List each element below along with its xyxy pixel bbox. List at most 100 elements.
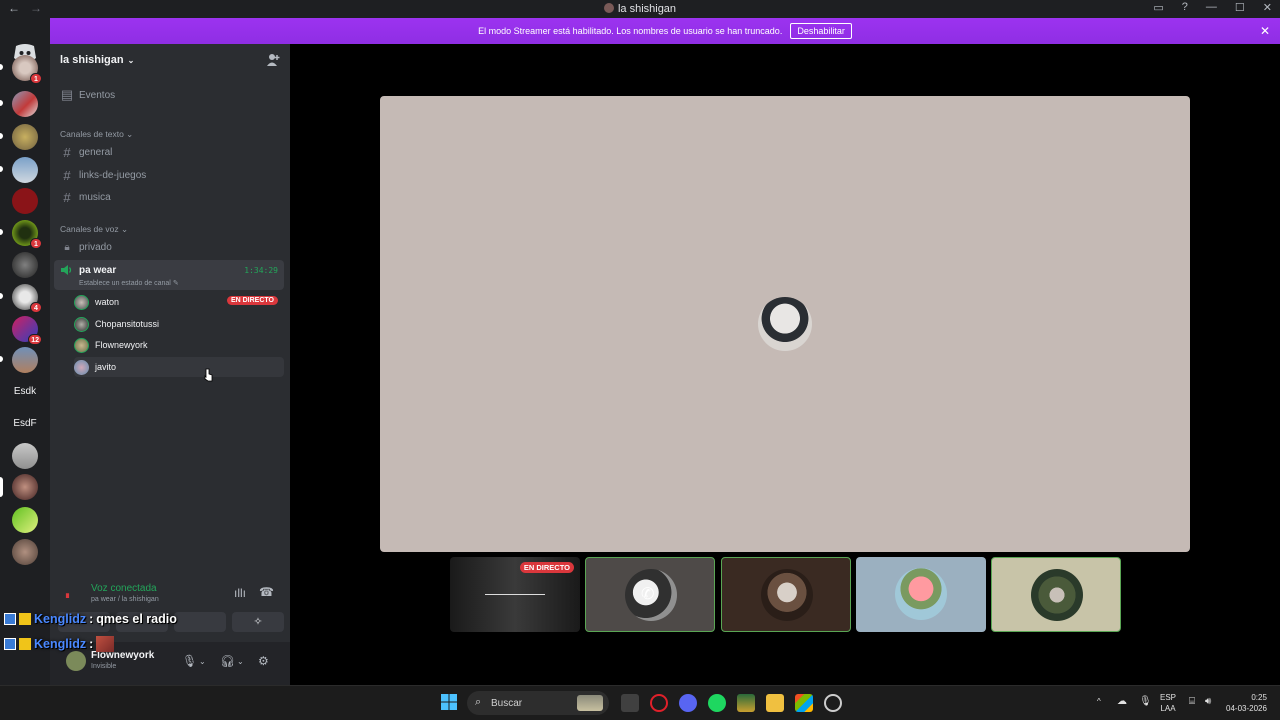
server-icon[interactable] (0, 124, 38, 150)
calendar-icon: ▤ (60, 87, 74, 102)
windows-start-icon[interactable] (441, 694, 457, 710)
server-icon[interactable] (12, 507, 38, 533)
avatar (74, 337, 89, 353)
participant-avatar (761, 569, 813, 621)
events-item[interactable]: ▤ Eventos (54, 84, 286, 106)
participant-tile[interactable]: ✆ (585, 557, 715, 632)
server-text-icon[interactable]: EsdF (8, 418, 42, 429)
text-category[interactable]: Canales de texto ⌄ (60, 129, 133, 140)
microphone-icon[interactable]: 🎙︎ (182, 654, 197, 668)
server-icon[interactable]: 4 (0, 284, 42, 313)
channel-musica[interactable]: # musica (54, 186, 286, 208)
activity-button[interactable] (174, 612, 226, 632)
server-icon-selected[interactable] (0, 474, 38, 500)
channel-links-de-juegos[interactable]: # links-de-juegos (54, 164, 286, 186)
clock-date: 04-03-2026 (1226, 704, 1267, 713)
unread-pip (0, 133, 3, 139)
voice-member[interactable]: waton EN DIRECTO (74, 292, 284, 312)
notification-badge: 1 (30, 238, 42, 249)
member-name: javito (95, 362, 117, 372)
spotify-icon[interactable] (708, 694, 726, 712)
inbox-icon[interactable]: ▭ (1153, 1, 1163, 14)
channel-label: general (79, 146, 113, 158)
chevron-down-icon[interactable]: ⌄ (237, 657, 244, 666)
server-list: 1 1 4 12 Esdk EsdF (0, 18, 50, 685)
close-banner-icon[interactable]: ✕ (1260, 24, 1270, 38)
taskbar-search[interactable]: ⌕ Buscar (467, 691, 609, 715)
opera-gx-icon[interactable] (650, 694, 668, 712)
stream-thumbnail[interactable]: EN DIRECTO (450, 557, 580, 632)
chevron-down-icon[interactable]: ⌄ (199, 657, 206, 666)
voice-member[interactable]: Flownewyork (74, 335, 284, 355)
app-icon[interactable] (824, 694, 842, 712)
live-badge: EN DIRECTO (519, 562, 574, 573)
voice-member[interactable]: Chopansitotussi (74, 314, 284, 334)
unread-pip (0, 100, 3, 106)
unread-pip (0, 64, 3, 70)
headphones-icon[interactable]: 🎧︎ (220, 654, 235, 668)
text-category-label: Canales de texto (60, 129, 124, 139)
unread-pip (0, 166, 3, 172)
soundboard-icon[interactable]: ✧ (232, 612, 284, 632)
server-header[interactable]: la shishigan ⌄ (50, 44, 290, 76)
events-label: Eventos (79, 89, 116, 101)
server-icon[interactable] (0, 347, 38, 373)
participant-tile[interactable] (991, 557, 1121, 632)
settings-gear-icon[interactable]: ⚙ (258, 654, 269, 668)
server-icon[interactable]: 1 (0, 55, 42, 84)
participant-avatar (758, 297, 812, 351)
participant-tile[interactable] (721, 557, 851, 632)
voice-category[interactable]: Canales de voz ⌄ (60, 224, 128, 235)
chevron-up-icon[interactable]: ^ (1097, 696, 1101, 707)
task-view-icon[interactable] (621, 694, 639, 712)
server-icon[interactable] (12, 539, 38, 565)
server-icon[interactable]: 12 (12, 316, 42, 345)
network-icon[interactable]: ⌸ (1189, 696, 1195, 707)
noise-suppression-icon[interactable]: ıllı (234, 586, 246, 600)
add-member-icon[interactable] (266, 53, 280, 67)
search-icon: ⌕ (475, 696, 482, 708)
disconnect-icon[interactable]: ☎︎ (259, 585, 274, 599)
microphone-tray-icon[interactable]: 🎙︎ (1139, 696, 1152, 707)
minimize-button[interactable]: — (1206, 1, 1217, 14)
signal-icon: ▖ (66, 589, 73, 598)
server-text-icon[interactable]: Esdk (8, 386, 42, 397)
chat-username: Kenglidz (34, 637, 87, 651)
channel-label: musica (79, 191, 111, 203)
server-icon[interactable]: 1 (0, 220, 42, 249)
server-icon[interactable] (12, 252, 38, 278)
language-indicator[interactable]: ESP LAA (1160, 692, 1176, 714)
window-title-text: la shishigan (617, 3, 677, 15)
participant-tile[interactable] (856, 557, 986, 632)
voice-connected-label[interactable]: Voz conectada (91, 583, 157, 594)
hash-icon: # (63, 189, 71, 205)
clock[interactable]: 0:25 04-03-2026 (1226, 692, 1267, 714)
clock-time: 0:25 (1251, 693, 1267, 702)
live-badge: EN DIRECTO (226, 296, 278, 305)
server-icon[interactable] (0, 91, 38, 117)
cloud-icon[interactable]: ☁ (1117, 696, 1127, 707)
voice-member[interactable]: javito (74, 357, 284, 377)
server-icon[interactable] (0, 157, 38, 183)
voice-connection-location[interactable]: pa wear / la shishigan (91, 596, 159, 603)
maximize-button[interactable]: ☐ (1235, 1, 1245, 14)
user-avatar[interactable] (66, 651, 86, 671)
microsoft-store-icon[interactable] (795, 694, 813, 712)
main-stage-tile[interactable] (380, 96, 1190, 552)
help-icon[interactable]: ? (1182, 1, 1188, 14)
channel-status[interactable]: Establece un estado de canal ✎ (79, 279, 179, 287)
hash-icon: # (63, 144, 71, 160)
close-button[interactable]: ✕ (1263, 1, 1272, 14)
disable-streamer-button[interactable]: Deshabilitar (790, 23, 852, 39)
server-icon[interactable] (12, 443, 38, 469)
discord-taskbar-icon[interactable] (679, 694, 697, 712)
file-explorer-icon[interactable] (766, 694, 784, 712)
voice-channel-name: pa wear (79, 265, 117, 276)
active-voice-channel[interactable]: pa wear Establece un estado de canal ✎ 1… (54, 260, 284, 290)
channel-privado[interactable]: 🔒︎ privado (54, 236, 286, 258)
channel-general[interactable]: # general (54, 141, 286, 163)
member-name: Chopansitotussi (95, 319, 160, 329)
volume-icon[interactable]: 🔊︎ (1205, 696, 1211, 707)
app-icon[interactable] (737, 694, 755, 712)
server-icon[interactable] (12, 188, 38, 214)
